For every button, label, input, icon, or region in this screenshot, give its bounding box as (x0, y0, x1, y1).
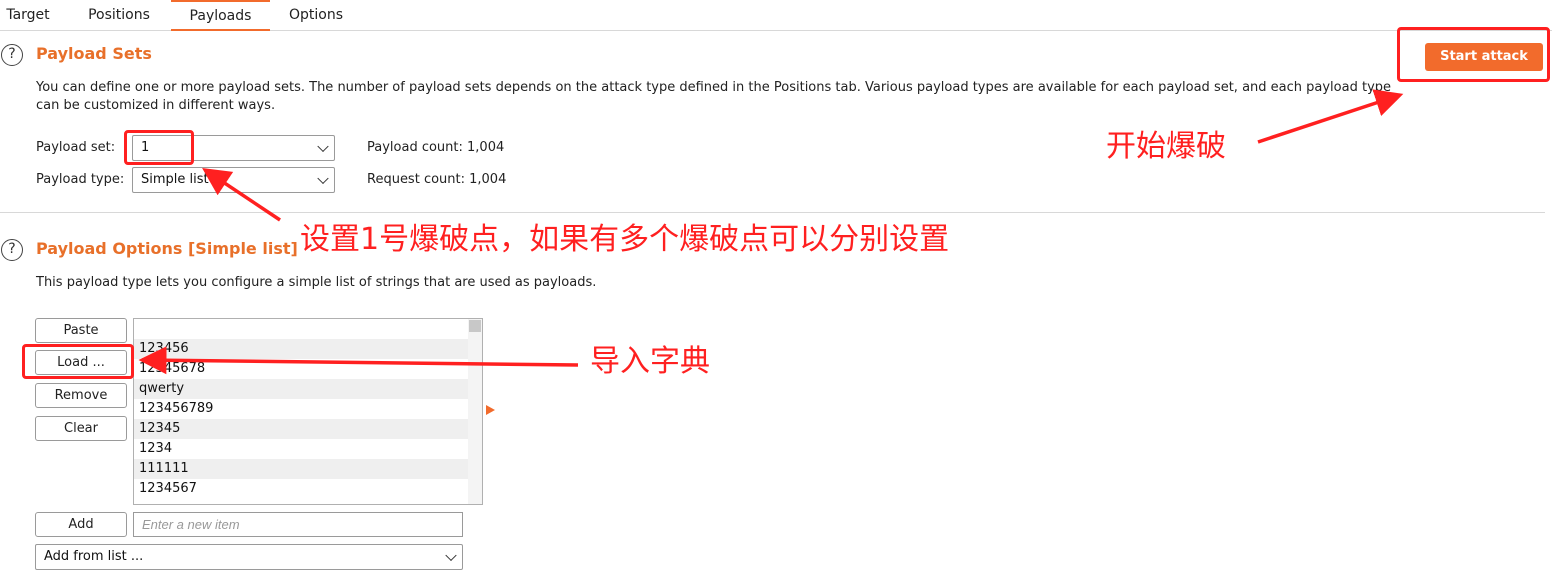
payload-set-highlight (124, 130, 194, 165)
list-item[interactable]: 1234567 (134, 479, 482, 499)
chevron-down-icon (317, 172, 329, 185)
start-attack-highlight (1397, 27, 1550, 82)
payload-set-label: Payload set: (36, 140, 116, 155)
load-button-highlight (22, 344, 134, 379)
chevron-down-icon (317, 140, 329, 153)
tab-bar: Target Positions Payloads Options (0, 0, 1552, 31)
tab-options[interactable]: Options (280, 0, 352, 31)
tab-label: Target (6, 7, 50, 23)
list-item[interactable]: 123456 (134, 339, 482, 359)
list-scrollbar[interactable] (468, 319, 482, 504)
list-item[interactable]: 12345 (134, 419, 482, 439)
help-circle-icon[interactable]: ? (1, 239, 23, 261)
payload-sets-description: You can define one or more payload sets.… (36, 80, 1392, 113)
chevron-down-icon (445, 549, 457, 562)
list-item[interactable]: qwerty (134, 379, 482, 399)
list-item[interactable]: 111111 (134, 459, 482, 479)
payload-sets-title: Payload Sets (36, 44, 152, 63)
list-item[interactable] (134, 319, 482, 339)
scroll-thumb[interactable] (469, 320, 481, 332)
annotation-start-attack: 开始爆破 (1106, 129, 1226, 164)
section-divider (0, 212, 1545, 213)
new-item-input[interactable] (133, 512, 463, 537)
annotation-load-dictionary: 导入字典 (590, 344, 710, 379)
help-circle-icon[interactable]: ? (1, 44, 23, 66)
triangle-right-icon[interactable] (486, 405, 495, 415)
tab-label: Positions (88, 7, 150, 23)
request-count: Request count: 1,004 (367, 172, 507, 187)
tab-label: Options (288, 7, 344, 23)
payload-type-select[interactable]: Simple list (132, 167, 335, 193)
add-button[interactable]: Add (35, 512, 127, 537)
payload-type-value: Simple list (141, 172, 209, 187)
payload-options-description: This payload type lets you configure a s… (36, 275, 597, 290)
payload-type-label: Payload type: (36, 172, 125, 187)
list-item[interactable]: 1234 (134, 439, 482, 459)
tab-label: Payloads (189, 8, 252, 24)
remove-button[interactable]: Remove (35, 383, 127, 408)
annotation-payload-set: 设置1号爆破点，如果有多个爆破点可以分别设置 (300, 222, 950, 257)
clear-button[interactable]: Clear (35, 416, 127, 441)
tab-target[interactable]: Target (0, 0, 56, 31)
tab-positions[interactable]: Positions (78, 0, 160, 31)
tab-payloads[interactable]: Payloads (171, 0, 270, 31)
payload-count: Payload count: 1,004 (367, 140, 505, 155)
paste-button[interactable]: Paste (35, 318, 127, 343)
payload-options-title: Payload Options [Simple list] (36, 239, 298, 258)
payload-list[interactable]: 123456 12345678 qwerty 123456789 12345 1… (133, 318, 483, 505)
list-item[interactable]: 12345678 (134, 359, 482, 379)
add-from-list-select[interactable]: Add from list ... (35, 544, 463, 570)
list-item[interactable]: 123456789 (134, 399, 482, 419)
add-from-list-label: Add from list ... (44, 549, 144, 564)
